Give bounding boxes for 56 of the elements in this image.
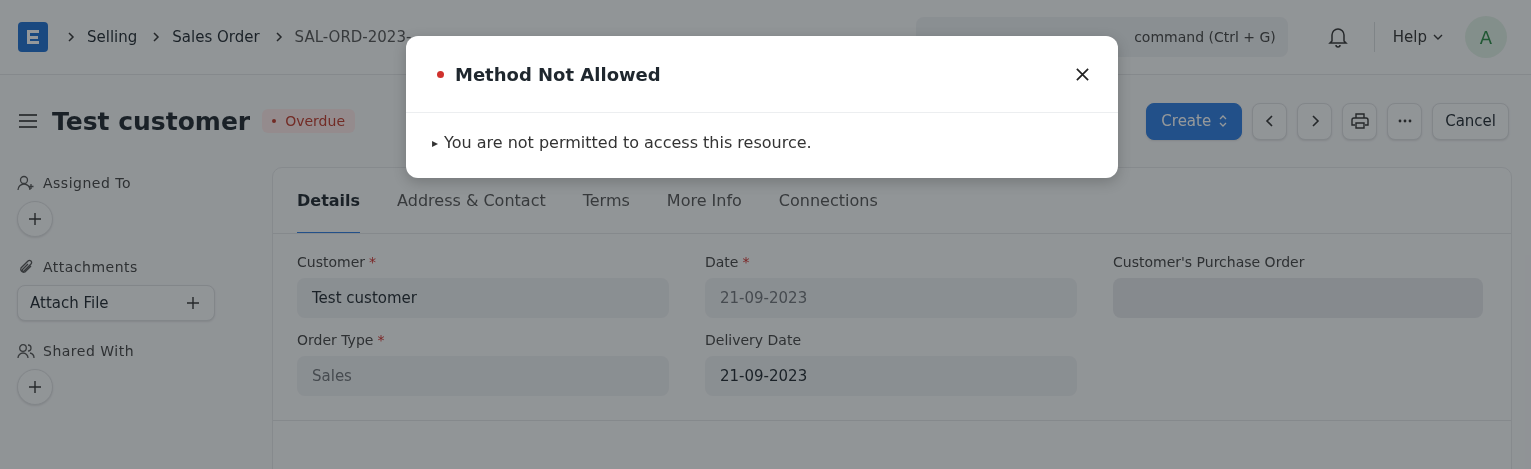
sidebar-label: Shared With (43, 343, 135, 359)
chevron-icon (66, 31, 76, 43)
sidebar-label: Attachments (43, 259, 138, 275)
field-label: Order Type (297, 332, 374, 348)
breadcrumb-link[interactable]: Selling (87, 28, 138, 46)
required-mark: * (377, 332, 385, 348)
plus-icon (28, 380, 42, 394)
attach-file-button[interactable]: Attach File (17, 285, 215, 321)
users-icon (17, 343, 35, 359)
plus-icon (186, 296, 200, 310)
tab[interactable]: Connections (778, 168, 878, 233)
disclosure-toggle[interactable]: ▸ (432, 135, 439, 150)
user-add-icon (17, 175, 35, 191)
required-mark: * (369, 254, 376, 270)
menu-icon[interactable] (18, 113, 38, 129)
page-title: Test customer (52, 106, 251, 136)
previous-button[interactable] (1252, 102, 1288, 140)
up-down-caret-icon (1219, 115, 1228, 127)
plus-icon (28, 212, 42, 226)
add-button[interactable] (17, 201, 53, 237)
field-label: Delivery Date (705, 332, 802, 348)
tab[interactable]: More Info (666, 168, 742, 233)
paperclip-icon (17, 259, 35, 275)
chevron-icon (273, 31, 284, 43)
cancel-button[interactable]: Cancel (1432, 102, 1509, 140)
logo-icon[interactable] (18, 22, 48, 52)
next-button[interactable] (1297, 102, 1333, 140)
input-field[interactable]: 21-09-2023 (705, 356, 1077, 396)
tab[interactable]: Address & Contact (397, 168, 546, 233)
breadcrumb-link[interactable]: SAL-ORD-2023- (294, 28, 412, 46)
more-icon (1397, 119, 1412, 123)
print-button[interactable] (1342, 102, 1378, 140)
bell-icon[interactable] (1327, 26, 1348, 48)
close-icon[interactable] (1075, 66, 1090, 82)
field-label: Customer's Purchase Order (1113, 254, 1305, 270)
input-field[interactable]: Test customer (297, 278, 669, 318)
chevron-left-icon (1264, 114, 1275, 128)
field-label: Customer (297, 254, 365, 270)
printer-icon (1350, 113, 1369, 129)
tab[interactable]: Terms (582, 168, 630, 233)
chevron-right-icon (1309, 114, 1320, 128)
tab[interactable]: Details (297, 168, 361, 233)
dialog-title: Method Not Allowed (455, 63, 661, 85)
avatar[interactable]: A (1465, 16, 1507, 58)
field-label: Date (705, 254, 739, 270)
add-button[interactable] (17, 369, 53, 405)
status-badge: Overdue (262, 109, 355, 133)
breadcrumb-link[interactable]: Sales Order (172, 28, 260, 46)
error-message: You are not permitted to access this resource. (444, 133, 812, 152)
sidebar-label: Assigned To (43, 175, 131, 191)
help-menu[interactable]: Help (1392, 28, 1443, 46)
required-mark: * (742, 254, 750, 270)
chevron-down-icon (1433, 34, 1443, 40)
create-button[interactable]: Create (1146, 102, 1243, 140)
error-dot (437, 70, 444, 78)
chevron-icon (151, 31, 162, 43)
